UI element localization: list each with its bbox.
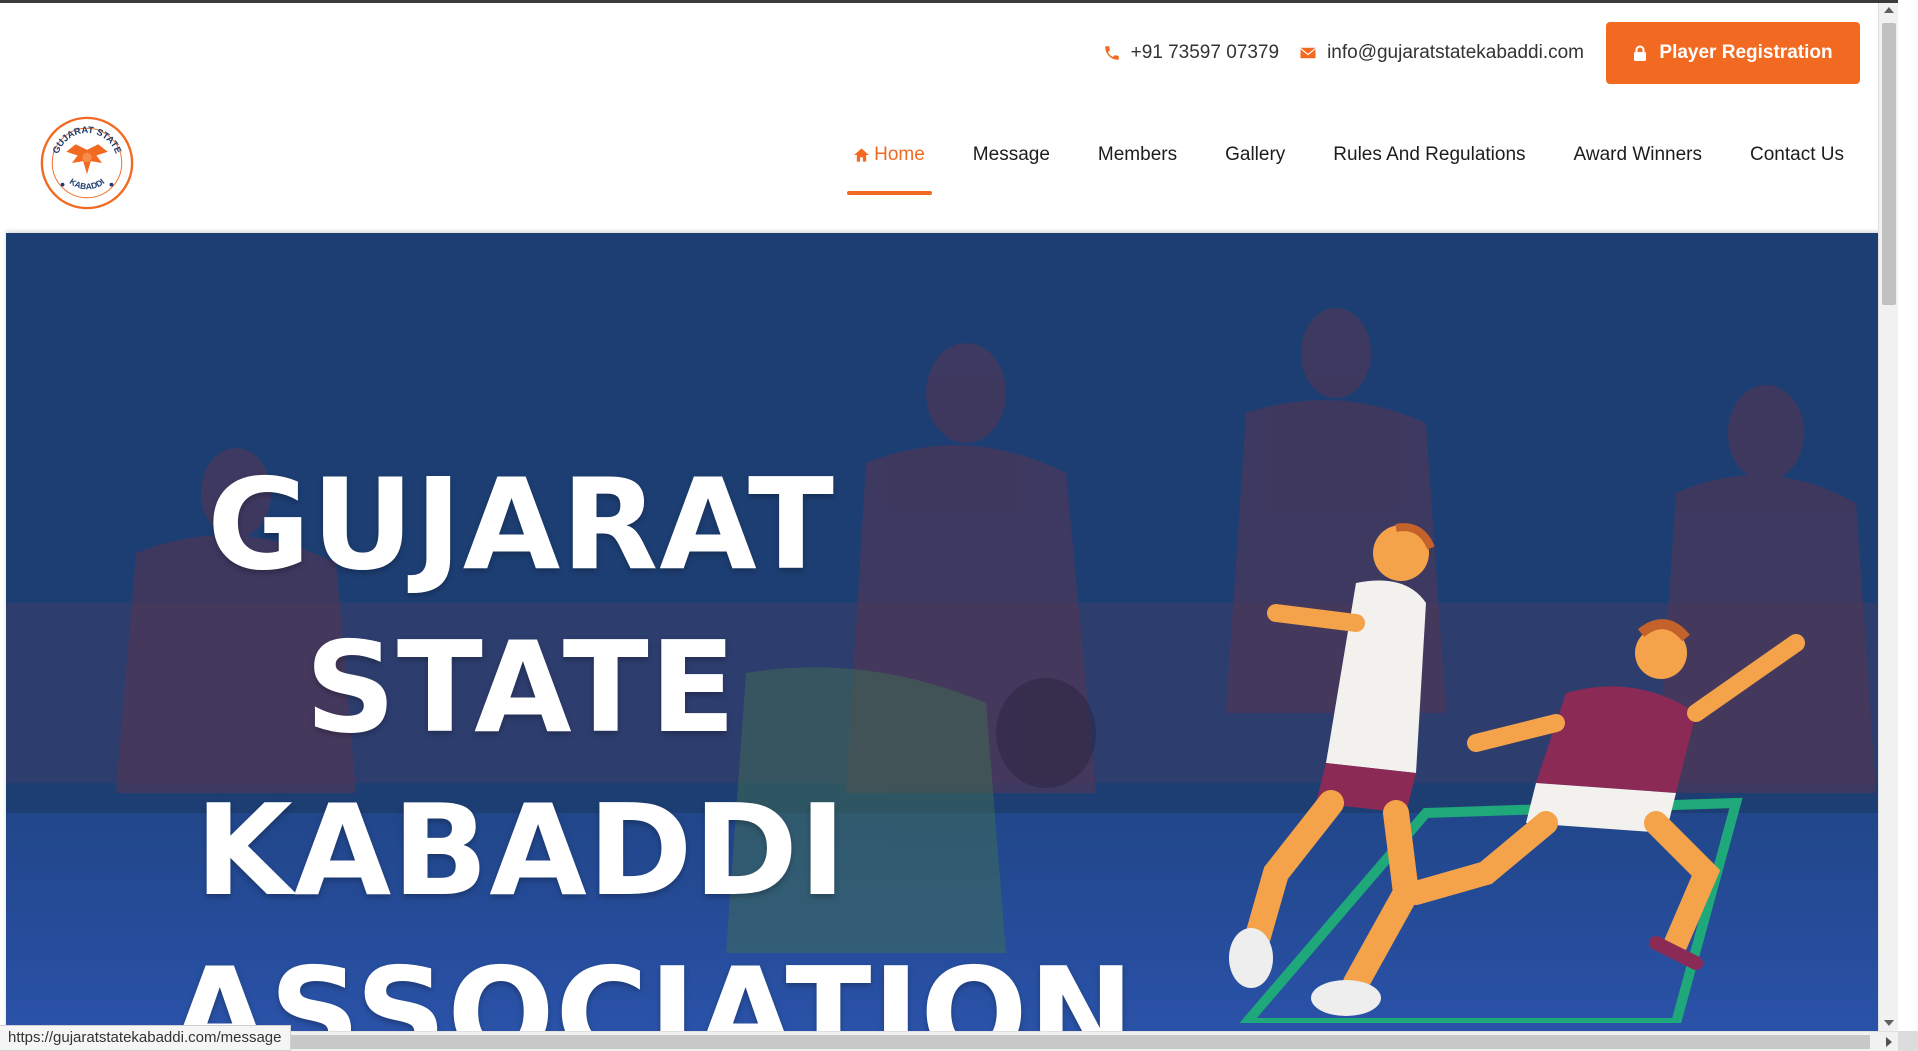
nav-label-contact: Contact Us — [1750, 144, 1844, 165]
hero-title-line-4: ASSOCIATION — [171, 940, 1135, 1031]
scrollbar-thumb[interactable] — [1882, 23, 1896, 305]
nav-item-rules[interactable]: Rules And Regulations — [1309, 131, 1549, 195]
hero-title-line-1: GUJARAT — [207, 451, 835, 598]
nav-label-members: Members — [1097, 144, 1178, 165]
hero-title: GUJARAT STATE KABADDI ASSOCIATION — [171, 443, 1135, 1031]
scrollbar-corner — [1898, 1031, 1918, 1051]
top-contact-bar: +91 73597 07379 info@gujaratstatekabaddi… — [1103, 22, 1860, 84]
main-navigation: Home Message Members Gallery Rules And R… — [830, 131, 1868, 195]
link-status-bar: https://gujaratstatekabaddi.com/message — [0, 1025, 291, 1051]
hero-title-line-3: KABADDI — [195, 777, 847, 924]
nav-item-contact[interactable]: Contact Us — [1726, 131, 1868, 195]
player-registration-label: Player Registration — [1659, 42, 1833, 63]
nav-item-award-winners[interactable]: Award Winners — [1550, 131, 1726, 195]
lock-icon — [1634, 45, 1647, 61]
phone-number: +91 73597 07379 — [1130, 42, 1280, 63]
email-contact[interactable]: info@gujaratstatekabaddi.com — [1299, 42, 1584, 64]
email-address: info@gujaratstatekabaddi.com — [1327, 42, 1584, 63]
vertical-scrollbar[interactable] — [1878, 3, 1898, 1031]
kabaddi-emblem-icon: GUJARAT STATE KABADDI — [40, 116, 134, 210]
nav-item-members[interactable]: Members — [1074, 131, 1201, 195]
kabaddi-players-illustration — [1229, 523, 1805, 1023]
home-icon — [854, 148, 870, 162]
scroll-right-arrow-icon[interactable] — [1886, 1037, 1892, 1047]
nav-label-award-winners: Award Winners — [1573, 144, 1703, 165]
phone-icon — [1104, 46, 1119, 60]
nav-item-message[interactable]: Message — [949, 131, 1074, 195]
nav-label-message: Message — [972, 144, 1050, 165]
nav-item-gallery[interactable]: Gallery — [1201, 131, 1309, 195]
scroll-up-arrow-icon[interactable] — [1884, 7, 1894, 13]
hero-title-line-2: STATE — [305, 614, 737, 761]
hero-banner: GUJARAT STATE KABADDI ASSOCIATION — [6, 233, 1898, 1031]
nav-label-home: Home — [874, 144, 925, 165]
phone-contact[interactable]: +91 73597 07379 — [1103, 42, 1279, 64]
player-registration-button[interactable]: Player Registration — [1606, 22, 1860, 84]
page-viewport: +91 73597 07379 info@gujaratstatekabaddi… — [0, 0, 1898, 1031]
nav-label-gallery: Gallery — [1225, 144, 1286, 165]
scroll-down-arrow-icon[interactable] — [1884, 1020, 1894, 1026]
envelope-icon — [1300, 47, 1316, 59]
nav-label-rules: Rules And Regulations — [1333, 144, 1526, 165]
site-logo[interactable]: GUJARAT STATE KABADDI — [40, 116, 134, 210]
horizontal-scrollbar-thumb[interactable] — [290, 1035, 1870, 1049]
nav-item-home[interactable]: Home — [830, 131, 949, 195]
